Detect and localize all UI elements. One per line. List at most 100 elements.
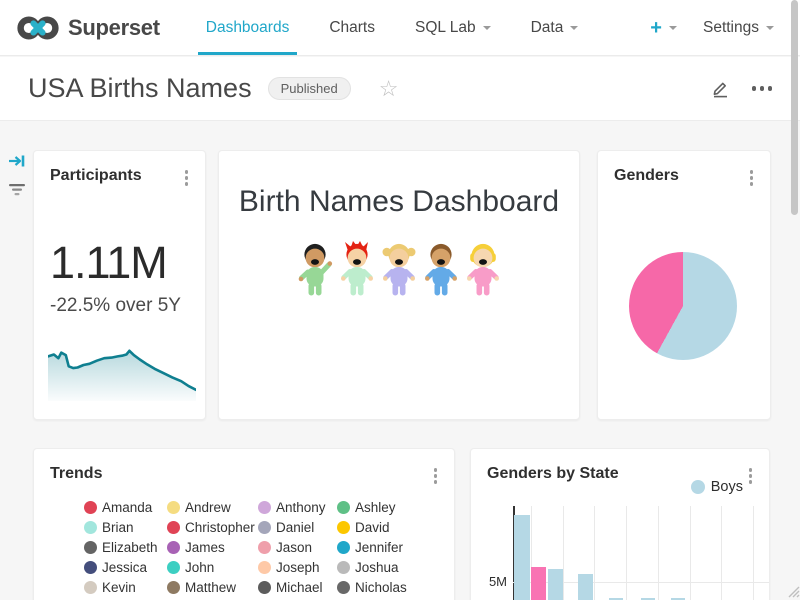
legend-label: Ashley	[355, 500, 396, 515]
filter-bar-collapsed-button[interactable]	[8, 181, 26, 204]
legend-item-brian[interactable]: Brian	[84, 521, 167, 535]
legend-label: Nicholas	[355, 580, 407, 595]
legend-color-dot	[167, 541, 180, 554]
child-figure	[296, 241, 334, 297]
legend-item-michael[interactable]: Michael	[258, 581, 337, 595]
chevron-down-icon	[669, 26, 677, 30]
kebab-menu-button[interactable]	[431, 465, 441, 487]
vertical-scrollbar-thumb[interactable]	[791, 0, 798, 215]
legend-label: Andrew	[185, 500, 231, 515]
legend-item-ashley[interactable]: Ashley	[337, 501, 454, 515]
nav-item-data[interactable]: Data	[511, 0, 599, 55]
chart-card-genders-by-state: Genders by State Boys 5M4M3M	[470, 448, 770, 600]
legend-label: Jessica	[102, 560, 147, 575]
legend-color-dot	[84, 561, 97, 574]
nav-item-sql-lab[interactable]: SQL Lab	[395, 0, 511, 55]
kebab-menu-button[interactable]	[182, 167, 192, 189]
legend-item-james[interactable]: James	[167, 541, 258, 555]
legend-color-dot	[337, 541, 350, 554]
top-nav: Superset DashboardsChartsSQL LabData + S…	[0, 0, 800, 56]
nav-menu: DashboardsChartsSQL LabData	[186, 0, 599, 55]
legend-label: Joseph	[276, 560, 320, 575]
resize-grip-icon[interactable]	[785, 583, 800, 600]
legend-label: Amanda	[102, 500, 152, 515]
legend-item-john[interactable]: John	[167, 561, 258, 575]
legend-color-dot	[167, 561, 180, 574]
bar-boys[interactable]	[548, 569, 563, 600]
chart-card-genders: Genders	[597, 150, 771, 420]
legend-color-dot	[167, 521, 180, 534]
legend-label: John	[185, 560, 214, 575]
legend-label: Jennifer	[355, 540, 403, 555]
legend-item-jason[interactable]: Jason	[258, 541, 337, 555]
legend-label: Michael	[276, 580, 323, 595]
legend-color-dot	[167, 581, 180, 594]
legend-color-dot	[337, 561, 350, 574]
chart-title: Trends	[50, 465, 102, 483]
new-button[interactable]: +	[650, 18, 677, 38]
bar-girls[interactable]	[531, 567, 546, 600]
settings-menu[interactable]: Settings	[703, 19, 774, 37]
edit-dashboard-button[interactable]	[711, 79, 730, 98]
child-figure	[380, 241, 418, 297]
ellipsis-icon	[752, 86, 757, 91]
gridline	[658, 506, 659, 600]
chart-title: Genders by State	[487, 465, 619, 483]
legend-color-dot	[84, 541, 97, 554]
more-actions-button[interactable]	[752, 86, 773, 91]
chart-title: Genders	[614, 167, 679, 185]
arrow-to-bar-icon	[8, 152, 26, 170]
superset-logo[interactable]: Superset	[16, 14, 160, 42]
legend-color-dot	[258, 521, 271, 534]
published-badge[interactable]: Published	[268, 77, 351, 100]
legend-label: Elizabeth	[102, 540, 158, 555]
bar-boys[interactable]	[578, 574, 593, 600]
legend-item-matthew[interactable]: Matthew	[167, 581, 258, 595]
legend-color-dot	[691, 480, 705, 494]
dashboard-title: USA Births Names	[28, 73, 252, 104]
legend-item-elizabeth[interactable]: Elizabeth	[84, 541, 167, 555]
gridline	[594, 506, 595, 600]
kebab-menu-button[interactable]	[747, 167, 757, 189]
legend-item-jessica[interactable]: Jessica	[84, 561, 167, 575]
legend-label: Matthew	[185, 580, 236, 595]
legend-item-anthony[interactable]: Anthony	[258, 501, 337, 515]
bar-boys[interactable]	[514, 515, 530, 600]
bar-chart-legend[interactable]: Boys	[691, 479, 743, 495]
gridline	[690, 506, 691, 600]
legend-item-andrew[interactable]: Andrew	[167, 501, 258, 515]
gridline	[626, 506, 627, 600]
pencil-icon	[711, 79, 730, 98]
big-number-subheader: -22.5% over 5Y	[50, 295, 205, 317]
favorite-star-icon[interactable]: ☆	[379, 78, 399, 100]
kebab-menu-button[interactable]	[746, 465, 756, 487]
gridline	[721, 506, 722, 600]
legend-color-dot	[84, 521, 97, 534]
legend-color-dot	[258, 541, 271, 554]
nav-item-charts[interactable]: Charts	[309, 0, 395, 55]
legend-label: James	[185, 540, 225, 555]
child-figure	[464, 241, 502, 297]
big-number-value: 1.11M	[50, 237, 205, 289]
legend-label: Jason	[276, 540, 312, 555]
legend-item-joseph[interactable]: Joseph	[258, 561, 337, 575]
legend-item-amanda[interactable]: Amanda	[84, 501, 167, 515]
legend-item-nicholas[interactable]: Nicholas	[337, 581, 454, 595]
nav-item-dashboards[interactable]: Dashboards	[186, 0, 310, 55]
legend-item-daniel[interactable]: Daniel	[258, 521, 337, 535]
legend-item-joshua[interactable]: Joshua	[337, 561, 454, 575]
markdown-title: Birth Names Dashboard	[219, 185, 579, 219]
legend-item-jennifer[interactable]: Jennifer	[337, 541, 454, 555]
legend-item-kevin[interactable]: Kevin	[84, 581, 167, 595]
expand-filter-bar-button[interactable]	[8, 152, 26, 175]
gridline	[753, 506, 754, 600]
child-figure	[338, 241, 376, 297]
legend-color-dot	[258, 581, 271, 594]
chart-card-trends: Trends Amanda Andrew Anthony Ashley Bria…	[33, 448, 455, 600]
legend-item-christopher[interactable]: Christopher	[167, 521, 258, 535]
chevron-down-icon	[766, 26, 774, 30]
brand-name: Superset	[68, 15, 160, 41]
pie-chart	[629, 252, 737, 360]
legend-item-david[interactable]: David	[337, 521, 454, 535]
legend-label: Christopher	[185, 520, 255, 535]
